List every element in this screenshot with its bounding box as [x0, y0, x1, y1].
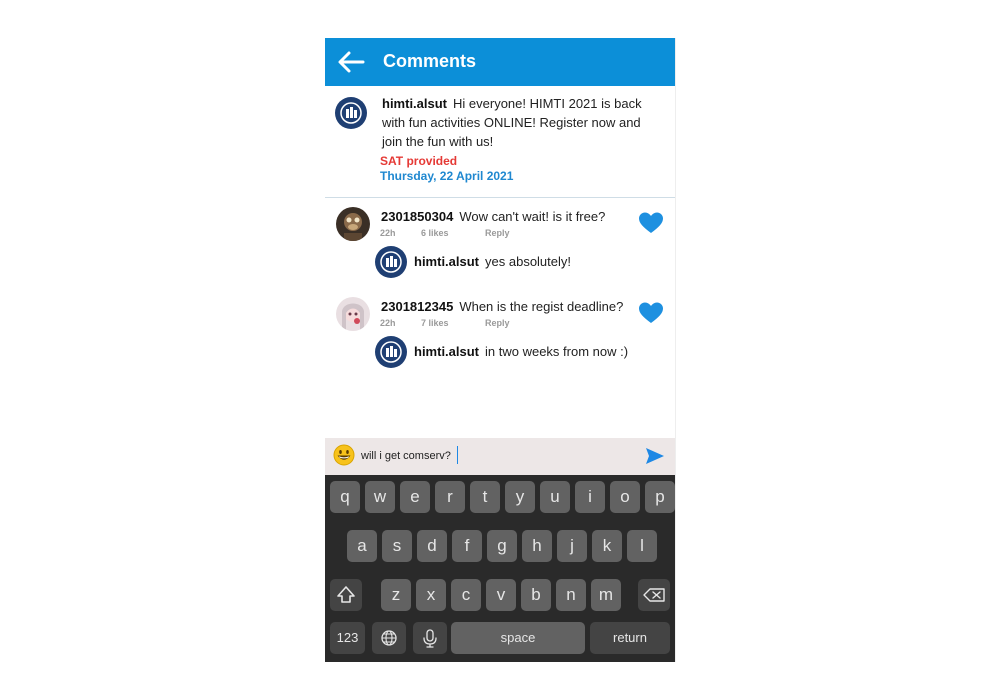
reply-text: himti.alsut yes absolutely! [414, 254, 572, 269]
key-t[interactable]: t [470, 481, 500, 513]
comment-item: 2301850304 Wow can't wait! is it free? 22… [325, 203, 675, 243]
key-r[interactable]: r [435, 481, 465, 513]
comment-item: 2301812345 When is the regist deadline? 2… [325, 293, 675, 333]
grinning-face-icon[interactable] [333, 444, 355, 466]
comment-input[interactable] [361, 448, 601, 464]
key-m[interactable]: m [591, 579, 621, 611]
comment-text: 2301850304 Wow can't wait! is it free? [381, 209, 606, 224]
post-username[interactable]: himti.alsut [382, 96, 447, 111]
key-p[interactable]: p [645, 481, 675, 513]
comment-text: 2301812345 When is the regist deadline? [381, 299, 624, 314]
key-y[interactable]: y [505, 481, 535, 513]
key-u[interactable]: u [540, 481, 570, 513]
key-x[interactable]: x [416, 579, 446, 611]
comment-likes[interactable]: 6 likes [421, 228, 449, 238]
reply-text: himti.alsut in two weeks from now :) [414, 344, 629, 359]
key-z[interactable]: z [381, 579, 411, 611]
key-k[interactable]: k [592, 530, 622, 562]
reply-item: himti.alsut yes absolutely! [375, 246, 665, 280]
post-date: Thursday, 22 April 2021 [380, 169, 514, 183]
reply-username[interactable]: himti.alsut [414, 344, 479, 359]
key-q[interactable]: q [330, 481, 360, 513]
key-f[interactable]: f [452, 530, 482, 562]
key-e[interactable]: e [400, 481, 430, 513]
key-w[interactable]: w [365, 481, 395, 513]
reply-link[interactable]: Reply [485, 318, 510, 328]
himti-logo-avatar[interactable] [375, 336, 407, 368]
comment-username[interactable]: 2301850304 [381, 209, 453, 224]
back-arrow-icon[interactable] [337, 50, 365, 74]
shift-key[interactable] [330, 579, 362, 611]
heart-icon[interactable] [638, 301, 664, 325]
heart-icon[interactable] [638, 211, 664, 235]
space-key[interactable]: space [451, 622, 585, 654]
text-cursor [457, 446, 458, 464]
comment-username[interactable]: 2301812345 [381, 299, 453, 314]
key-g[interactable]: g [487, 530, 517, 562]
reply-link[interactable]: Reply [485, 228, 510, 238]
send-icon[interactable] [645, 447, 665, 465]
key-s[interactable]: s [382, 530, 412, 562]
key-i[interactable]: i [575, 481, 605, 513]
key-b[interactable]: b [521, 579, 551, 611]
comment-time: 22h [380, 318, 396, 328]
globe-key[interactable] [372, 622, 406, 654]
himti-logo-avatar[interactable] [375, 246, 407, 278]
original-post: himti.alsut Hi everyone! HIMTI 2021 is ba… [325, 86, 675, 198]
comment-time: 22h [380, 228, 396, 238]
user-avatar[interactable] [336, 207, 370, 241]
comment-composer [325, 438, 675, 475]
microphone-key[interactable] [413, 622, 447, 654]
key-a[interactable]: a [347, 530, 377, 562]
return-key[interactable]: return [590, 622, 670, 654]
key-l[interactable]: l [627, 530, 657, 562]
key-o[interactable]: o [610, 481, 640, 513]
reply-username[interactable]: himti.alsut [414, 254, 479, 269]
onscreen-keyboard: qwertyuiop asdfghjkl zxcvbnm 123 space r… [325, 475, 675, 662]
delete-key[interactable] [638, 579, 670, 611]
reply-item: himti.alsut in two weeks from now :) [375, 336, 665, 370]
himti-logo-avatar[interactable] [335, 97, 367, 129]
user-avatar[interactable] [336, 297, 370, 331]
page-title: Comments [383, 51, 477, 71]
key-n[interactable]: n [556, 579, 586, 611]
key-c[interactable]: c [451, 579, 481, 611]
comments-screen: Comments himti.alsut Hi everyone! HIMTI 2… [325, 38, 676, 662]
top-bar: Comments [325, 38, 675, 86]
post-body: himti.alsut Hi everyone! HIMTI 2021 is ba… [382, 94, 662, 151]
key-d[interactable]: d [417, 530, 447, 562]
key-j[interactable]: j [557, 530, 587, 562]
sat-tag: SAT provided [380, 154, 458, 168]
key-v[interactable]: v [486, 579, 516, 611]
numbers-key[interactable]: 123 [330, 622, 365, 654]
key-h[interactable]: h [522, 530, 552, 562]
comment-likes[interactable]: 7 likes [421, 318, 449, 328]
